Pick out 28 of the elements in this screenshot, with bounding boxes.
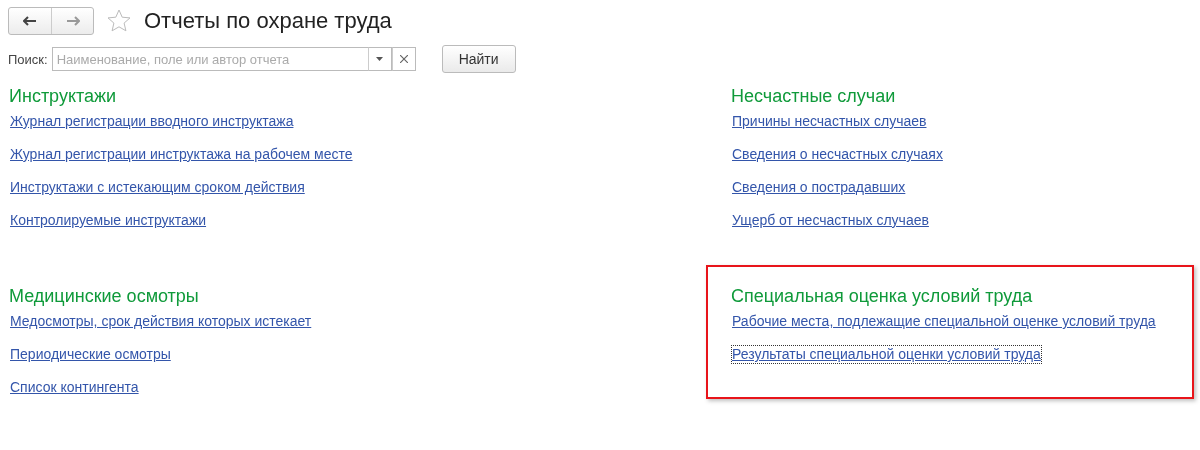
window-title: Отчеты по охране труда (144, 8, 392, 34)
clear-button[interactable] (391, 47, 416, 71)
report-link[interactable]: Периодические осмотры (9, 345, 172, 364)
report-link[interactable]: Сведения о пострадавших (731, 178, 907, 197)
report-link[interactable]: Результаты специальной оценки условий труда (731, 345, 1042, 364)
report-link[interactable]: Инструктажи с истекающим сроком действия (9, 178, 306, 197)
group-heading: Несчастные случаи (731, 86, 896, 107)
report-link[interactable]: Контролируемые инструктажи (9, 211, 208, 230)
search-label: Поиск: (8, 51, 48, 67)
search-field[interactable]: Наименование, поле или автор отчета (51, 47, 368, 71)
caret-icon (376, 57, 384, 61)
group-heading: Инструктажи (9, 86, 117, 107)
close-icon (399, 55, 408, 63)
report-link[interactable]: Журнал регистрации вводного инструктажа (9, 112, 295, 131)
report-link[interactable]: Рабочие места, подлежащие специальной оценке условий труда (731, 312, 1157, 331)
star-icon[interactable] (106, 8, 132, 34)
left-arrow-icon (23, 16, 37, 26)
report-link[interactable]: Причины несчастных случаев (731, 112, 928, 131)
report-link[interactable]: Журнал регистрации инструктажа на рабочем месте (9, 145, 354, 164)
find-button[interactable]: Найти (441, 45, 516, 73)
report-link[interactable]: Список контингента (9, 378, 140, 397)
group-heading: Медицинские осмотры (9, 286, 199, 307)
report-link[interactable]: Ущерб от несчастных случаев (731, 211, 930, 230)
report-link[interactable]: Медосмотры, срок действия которых истекает (9, 312, 313, 331)
dropdown-button[interactable] (367, 47, 392, 71)
group-heading: Специальная оценка условий труда (731, 286, 1033, 307)
report-link[interactable]: Сведения о несчастных случаях (731, 145, 944, 164)
right-arrow-icon (65, 16, 80, 26)
